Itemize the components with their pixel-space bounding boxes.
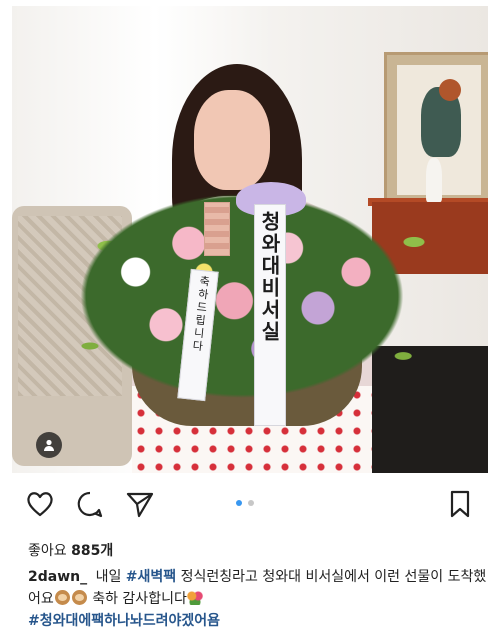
ribbon-right: 청와대비서실 [254,204,286,426]
caption-hashtag[interactable]: #청와대에팩하나놔드려야겠어욤 [28,613,220,629]
post-photo[interactable]: 축하드립니다 청와대비서실 [12,6,488,473]
comment-icon[interactable] [74,488,106,520]
caption-text: 축하 감사합니다 [92,591,187,607]
likes-label: 좋아요 [28,543,67,559]
monkey-emoji-icon [71,590,87,605]
likes-count[interactable]: 좋아요 885개 [28,540,113,560]
flower-bouquet [52,176,432,416]
censored-card [204,202,230,256]
monkey-emoji-icon [54,590,70,605]
caption-username[interactable]: 2dawn_ [28,569,87,585]
bouquet-emoji-icon [186,590,203,605]
caption-text: 내일 [95,569,122,585]
woman-face [194,90,270,190]
carousel-dot [248,500,254,506]
plaster-bust [426,158,442,202]
post-caption: 2dawn_ 내일 #새벽팩 정식런칭라고 청와대 비서실에서 이런 선물이 도… [28,566,490,632]
bookmark-icon[interactable] [444,488,476,520]
carousel-indicator [236,500,254,506]
share-icon[interactable] [124,488,156,520]
person-tag-icon[interactable] [36,432,62,458]
carousel-dot-active [236,500,242,506]
caption-hashtag[interactable]: #새벽팩 [126,569,176,585]
heart-icon[interactable] [24,488,56,520]
likes-number: 885개 [71,543,114,559]
